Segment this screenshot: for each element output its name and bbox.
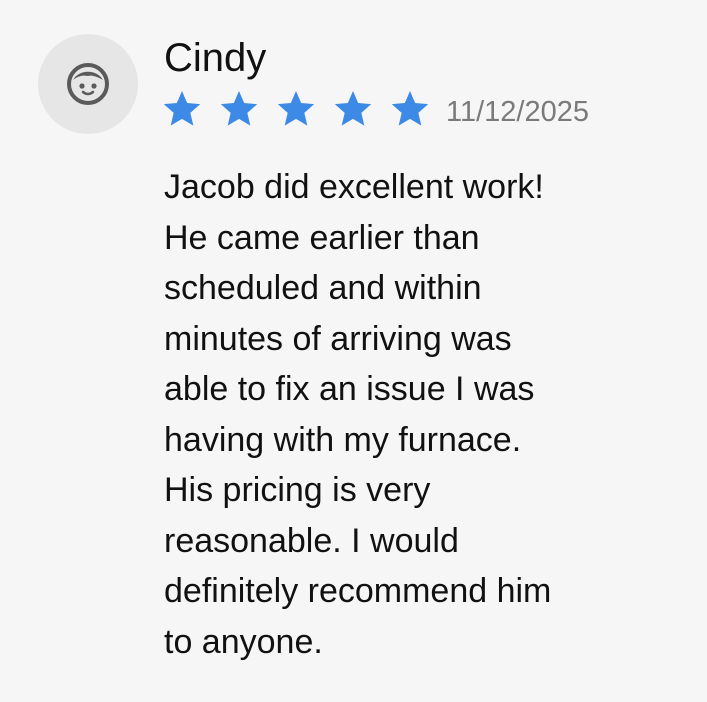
- review-text-line: Jacob did excellent work!: [164, 168, 544, 206]
- star-icon: [334, 91, 372, 126]
- avatar: [38, 34, 138, 134]
- reviewer-name: Cindy: [164, 36, 267, 80]
- review-text-line: reasonable. I would: [164, 521, 459, 560]
- review-text-line: His pricing is very: [164, 471, 431, 509]
- review-text-line: He came earlier than: [164, 218, 480, 257]
- review-text-line: scheduled and within: [164, 269, 482, 307]
- review-text-line: able to fix an issue I was: [164, 370, 535, 408]
- user-face-icon: [67, 63, 109, 105]
- review-text-line: minutes of arriving was: [164, 319, 512, 358]
- star-icon: [220, 91, 258, 126]
- star-icon: [277, 91, 315, 126]
- review-text-line: to anyone.: [164, 622, 323, 661]
- review-text: Jacob did excellent work! He came earlier…: [164, 162, 644, 667]
- review-card: Cindy 11/12/2025 Jacob did excellent wor…: [0, 0, 707, 702]
- review-text-line: having with my furnace.: [164, 420, 522, 459]
- rating-row: 11/12/2025: [162, 86, 589, 132]
- review-text-line: definitely recommend him: [164, 572, 552, 610]
- star-icon: [391, 91, 429, 126]
- star-rating: [162, 89, 430, 129]
- review-date: 11/12/2025: [446, 96, 589, 128]
- star-icon: [163, 91, 201, 126]
